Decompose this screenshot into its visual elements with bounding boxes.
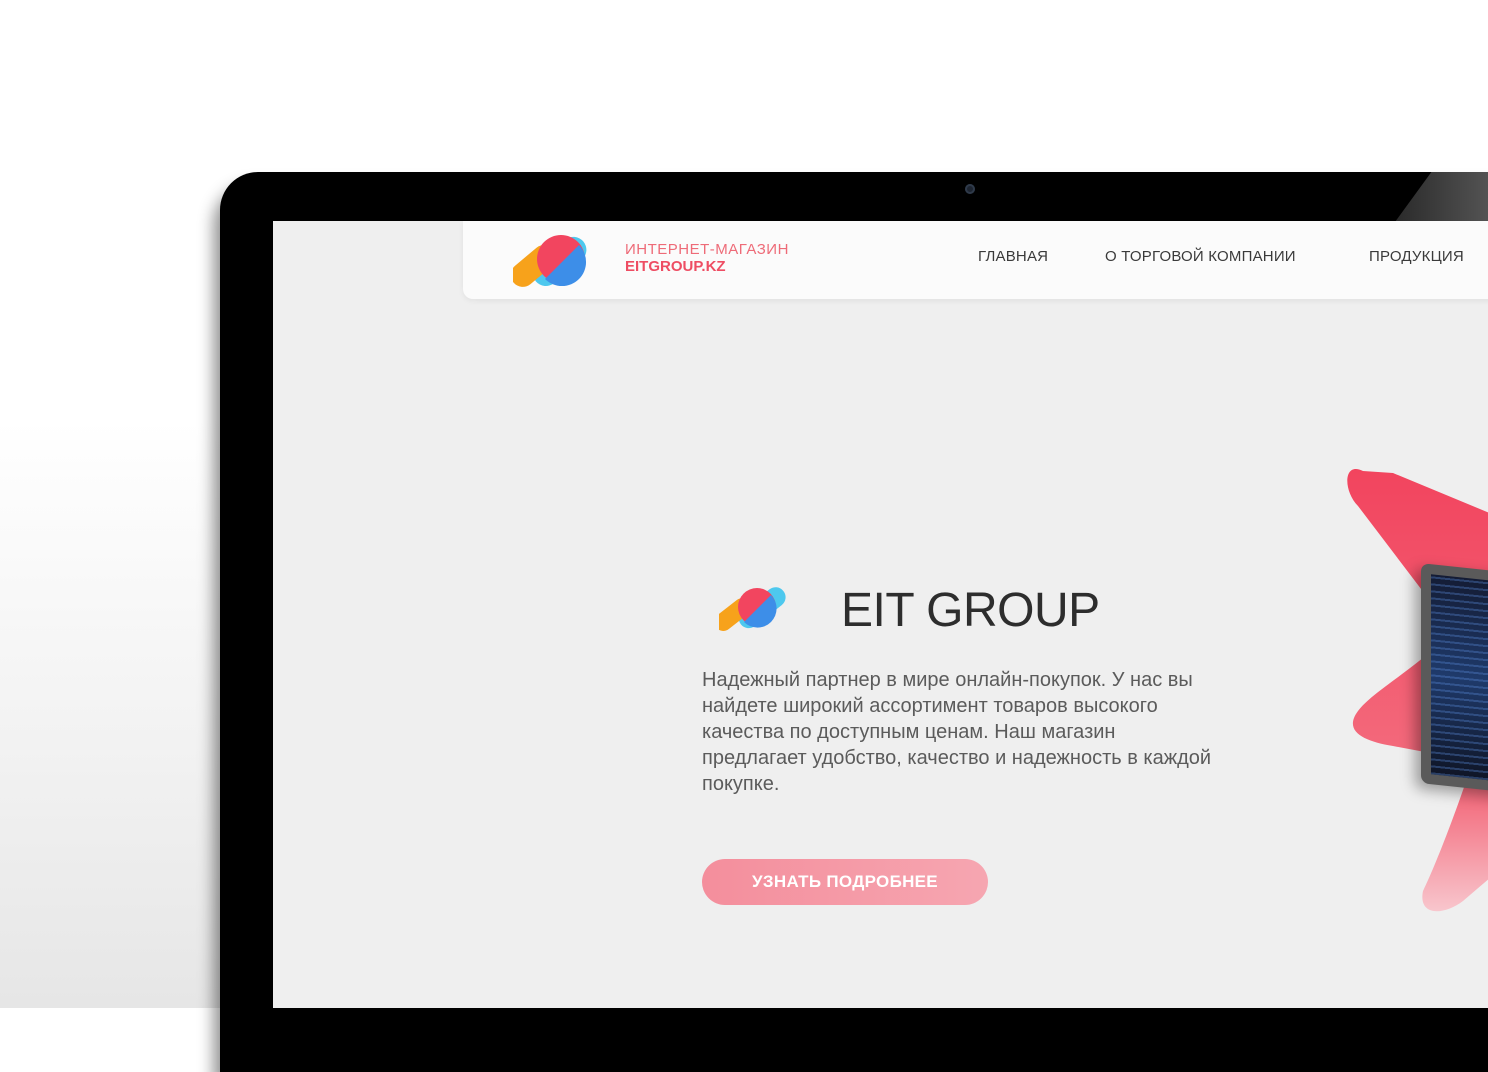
nav-item-about[interactable]: О ТОРГОВОЙ КОМПАНИИ xyxy=(1105,248,1296,265)
webcam-icon xyxy=(965,184,975,194)
laptop-image xyxy=(1421,563,1488,795)
background-shade xyxy=(0,420,220,1008)
logo-domain[interactable]: EITGROUP.KZ xyxy=(625,258,726,275)
hero-logo-icon xyxy=(719,587,786,631)
nav-item-home[interactable]: ГЛАВНАЯ xyxy=(978,248,1048,265)
laptop-screen xyxy=(1431,574,1488,785)
hero-description: Надежный партнер в мире онлайн-покупок. … xyxy=(702,669,1212,795)
site-header: ИНТЕРНЕТ-МАГАЗИН EITGROUP.KZ ГЛАВНАЯ О Т… xyxy=(463,221,1488,299)
nav-item-products[interactable]: ПРОДУКЦИЯ xyxy=(1369,248,1464,265)
logo-icon[interactable] xyxy=(513,227,619,295)
website-screen: ИНТЕРНЕТ-МАГАЗИН EITGROUP.KZ ГЛАВНАЯ О Т… xyxy=(273,221,1488,1008)
logo-tagline: ИНТЕРНЕТ-МАГАЗИН xyxy=(625,241,789,258)
hero-title: EIT GROUP xyxy=(841,584,1100,637)
learn-more-button[interactable]: УЗНАТЬ ПОДРОБНЕЕ xyxy=(702,859,988,905)
